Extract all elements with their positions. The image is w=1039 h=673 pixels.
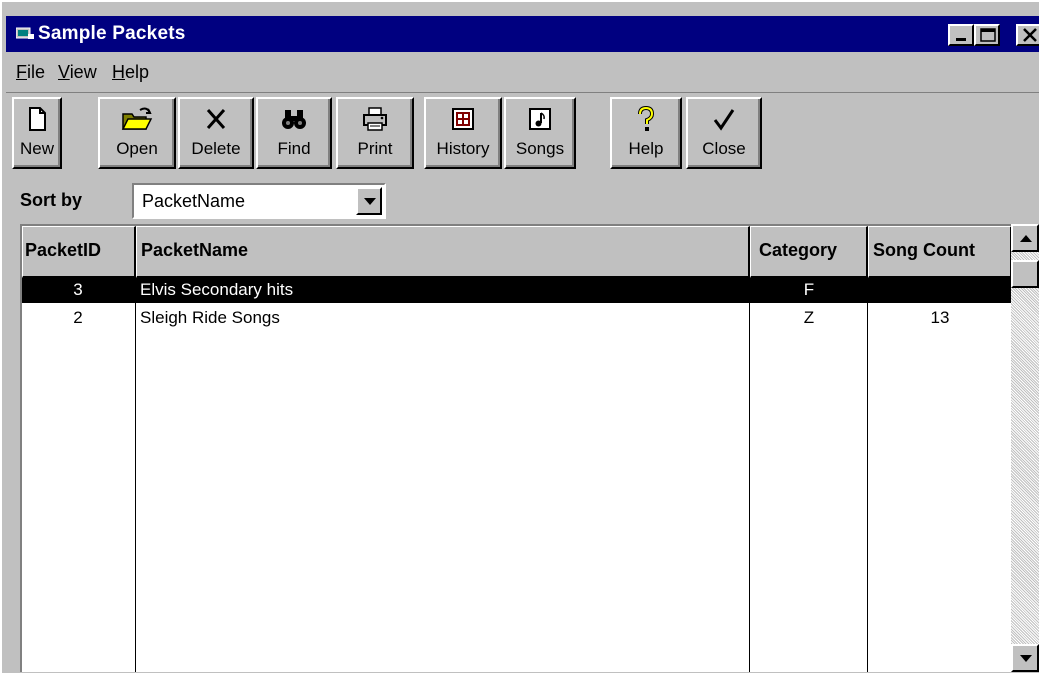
maximize-icon <box>980 28 996 42</box>
minimize-icon <box>956 38 966 41</box>
cell-category: F <box>803 280 815 299</box>
binoculars-icon <box>282 110 306 129</box>
column-divider <box>867 278 868 672</box>
cell-category: Z <box>803 308 815 327</box>
music-note-icon <box>529 108 551 130</box>
close-button[interactable]: Close <box>686 97 762 169</box>
column-header-packetid[interactable]: PacketID <box>22 226 136 278</box>
checkmark-icon <box>713 109 735 131</box>
column-divider <box>749 278 750 672</box>
cell-packetname: Elvis Secondary hits <box>140 280 294 299</box>
window-title: Sample Packets <box>38 23 186 44</box>
sort-by-label: Sort by <box>20 190 83 210</box>
open-button[interactable]: Open <box>98 97 176 169</box>
question-mark-icon <box>638 105 655 131</box>
open-folder-icon <box>121 107 153 130</box>
printer-icon <box>363 107 387 131</box>
cell-packetid: 2 <box>73 308 83 327</box>
close-window-button[interactable] <box>1016 24 1039 46</box>
scroll-down-button[interactable] <box>1011 644 1039 672</box>
history-button[interactable]: History <box>424 97 502 169</box>
new-document-icon <box>29 107 46 131</box>
print-button[interactable]: Print <box>336 97 414 169</box>
scroll-thumb[interactable] <box>1011 260 1039 288</box>
column-divider <box>135 278 136 672</box>
scroll-up-button[interactable] <box>1011 224 1039 252</box>
menu-bar: File View Help <box>6 56 1039 88</box>
sort-dropdown-button[interactable] <box>356 187 382 215</box>
column-header-category[interactable]: Category <box>750 226 868 278</box>
menu-file[interactable]: File <box>16 62 45 83</box>
close-icon <box>1023 28 1037 42</box>
help-button[interactable]: Help <box>610 97 682 169</box>
delete-button[interactable]: Delete <box>178 97 254 169</box>
cell-packetname: Sleigh Ride Songs <box>140 308 280 327</box>
new-button[interactable]: New <box>12 97 62 169</box>
title-bar[interactable]: Sample Packets <box>6 16 1039 52</box>
vertical-scrollbar[interactable] <box>1011 224 1039 672</box>
maximize-button[interactable] <box>974 24 1000 46</box>
history-icon <box>452 108 474 130</box>
main-window: Sample Packets File View Help New Open D… <box>0 0 1039 673</box>
cell-packetid: 3 <box>73 280 83 299</box>
minimize-button[interactable] <box>948 24 974 46</box>
find-button[interactable]: Find <box>256 97 332 169</box>
packets-grid[interactable]: PacketID PacketName Category Song Count … <box>20 224 1039 672</box>
sort-by-select[interactable]: PacketName <box>132 183 386 219</box>
menu-help[interactable]: Help <box>112 62 149 83</box>
cell-song-count: 13 <box>930 308 950 327</box>
arrow-up-icon <box>1020 235 1032 242</box>
delete-x-icon <box>206 109 226 129</box>
column-header-song-count[interactable]: Song Count <box>868 226 1012 278</box>
menu-view[interactable]: View <box>58 62 97 83</box>
arrow-down-icon <box>1020 655 1032 662</box>
songs-button[interactable]: Songs <box>504 97 576 169</box>
app-window-icon <box>15 26 34 40</box>
sort-by-value: PacketName <box>142 191 246 211</box>
chevron-down-icon <box>364 198 376 205</box>
table-row[interactable]: 3 Elvis Secondary hits F <box>22 278 1012 303</box>
table-row[interactable]: 2 Sleigh Ride Songs Z 13 <box>22 306 1012 331</box>
column-header-packetname[interactable]: PacketName <box>136 226 750 278</box>
toolbar: New Open Delete Find Print History Songs… <box>6 92 1039 177</box>
